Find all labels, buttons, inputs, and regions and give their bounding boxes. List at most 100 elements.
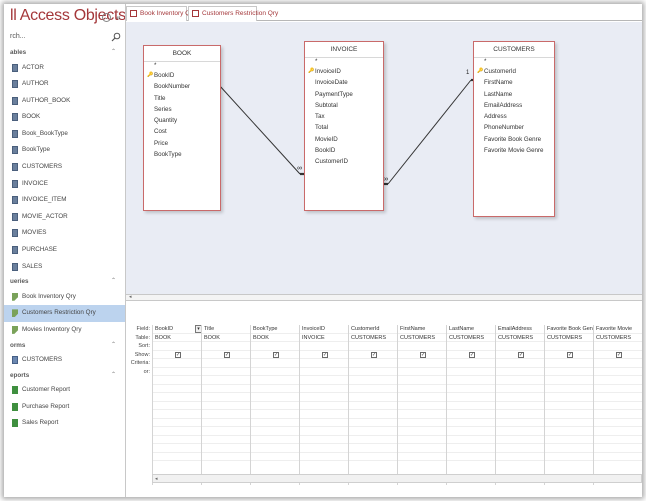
field-quantity[interactable]: Quantity: [144, 115, 220, 126]
field-title[interactable]: Title: [144, 93, 220, 104]
or-cell[interactable]: [447, 453, 496, 461]
or-cell[interactable]: [202, 402, 251, 410]
field-favorite-movie-genre[interactable]: Favorite Movie Genre: [474, 145, 554, 156]
or-cell[interactable]: [349, 393, 398, 402]
shutter-bar-icon[interactable]: «: [114, 13, 123, 22]
criteria-cell[interactable]: [300, 359, 349, 368]
or-cell[interactable]: [398, 453, 447, 461]
or-cell[interactable]: [300, 427, 349, 436]
grid-column-title[interactable]: Title BOOK ✓: [201, 325, 251, 485]
or-cell[interactable]: [398, 393, 447, 402]
sort-cell[interactable]: [594, 342, 642, 351]
sort-cell[interactable]: [202, 342, 251, 351]
grid-column-booktype[interactable]: BookType BOOK ✓: [250, 325, 300, 485]
or-cell[interactable]: [398, 444, 447, 453]
scroll-left-icon[interactable]: ◂: [155, 475, 158, 483]
or-cell[interactable]: [202, 393, 251, 402]
or-cell[interactable]: [153, 444, 202, 453]
or-cell[interactable]: [545, 436, 594, 444]
or-cell[interactable]: [447, 393, 496, 402]
criteria-cell[interactable]: [545, 359, 594, 368]
or-cell[interactable]: [496, 436, 545, 444]
field-all-star[interactable]: *: [144, 62, 220, 70]
or-cell[interactable]: [398, 427, 447, 436]
field-cell[interactable]: Title: [202, 325, 251, 334]
or-cell[interactable]: [496, 427, 545, 436]
or-cell[interactable]: [545, 393, 594, 402]
or-cell[interactable]: [594, 393, 642, 402]
or-cell[interactable]: [349, 419, 398, 427]
sort-cell[interactable]: [545, 342, 594, 351]
nav-item-book-inventory-qry[interactable]: Book Inventory Qry: [4, 289, 125, 306]
pane-splitter[interactable]: ◂: [126, 294, 642, 301]
or-cell[interactable]: [202, 410, 251, 419]
or-cell[interactable]: [398, 410, 447, 419]
or-cell[interactable]: [447, 385, 496, 393]
show-checkbox[interactable]: ✓: [420, 351, 426, 358]
criteria-cell[interactable]: [496, 359, 545, 368]
field-cell[interactable]: BookType: [251, 325, 300, 334]
or-cell[interactable]: [153, 376, 202, 385]
search-input[interactable]: rch...: [10, 33, 26, 40]
or-cell[interactable]: [251, 368, 300, 376]
or-cell[interactable]: [496, 368, 545, 376]
field-series[interactable]: Series: [144, 104, 220, 115]
nav-item-movies-inventory-qry[interactable]: Movies Inventory Qry: [4, 322, 125, 339]
or-cell[interactable]: [153, 436, 202, 444]
or-cell[interactable]: [496, 385, 545, 393]
or-cell[interactable]: [594, 385, 642, 393]
or-cell[interactable]: [153, 410, 202, 419]
or-cell[interactable]: [202, 368, 251, 376]
field-booktype[interactable]: BookType: [144, 149, 220, 160]
field-cell[interactable]: FirstName: [398, 325, 447, 334]
chevron-up-icon[interactable]: ⌃: [111, 46, 116, 60]
table-cell[interactable]: CUSTOMERS: [349, 334, 398, 342]
or-cell[interactable]: [545, 368, 594, 376]
field-favorite-book-genre[interactable]: Favorite Book Genre: [474, 134, 554, 145]
field-invoiceid[interactable]: 🔑 InvoiceID: [305, 66, 383, 77]
or-cell[interactable]: [251, 393, 300, 402]
grid-column-lastname[interactable]: LastName CUSTOMERS ✓: [446, 325, 496, 485]
nav-item-booktype[interactable]: BookType: [4, 142, 125, 159]
criteria-cell[interactable]: [447, 359, 496, 368]
field-bookid[interactable]: 🔑 BookID: [144, 70, 220, 81]
or-cell[interactable]: [202, 427, 251, 436]
field-customerid[interactable]: 🔑 CustomerId: [474, 66, 554, 77]
nav-item-purchase[interactable]: PURCHASE: [4, 242, 125, 259]
show-checkbox[interactable]: ✓: [518, 351, 524, 358]
sort-cell[interactable]: [251, 342, 300, 351]
table-cell[interactable]: CUSTOMERS: [447, 334, 496, 342]
nav-item-author[interactable]: AUTHOR: [4, 76, 125, 93]
grid-column-firstname[interactable]: FirstName CUSTOMERS ✓: [397, 325, 447, 485]
or-cell[interactable]: [447, 436, 496, 444]
field-list-book[interactable]: BOOK * 🔑 BookID BookNumber Title Series Quantit…: [143, 45, 221, 211]
show-checkbox[interactable]: ✓: [175, 351, 181, 358]
or-cell[interactable]: [398, 385, 447, 393]
nav-item-purchase-report[interactable]: Purchase Report: [4, 399, 125, 416]
or-cell[interactable]: [447, 376, 496, 385]
nav-item-author-book[interactable]: AUTHOR_BOOK: [4, 93, 125, 110]
field-customerid[interactable]: CustomerID: [305, 156, 383, 167]
nav-group-header[interactable]: ables ⌃: [4, 46, 125, 60]
nav-group-header[interactable]: ueries ⌃: [4, 275, 125, 289]
grid-column-bookid[interactable]: BookID ▾ BOOK ✓: [152, 325, 202, 485]
or-cell[interactable]: [545, 427, 594, 436]
nav-item-actor[interactable]: ACTOR: [4, 60, 125, 77]
or-cell[interactable]: [251, 402, 300, 410]
tab-customers-restriction-qry[interactable]: Customers Restriction Qry: [188, 6, 278, 21]
show-checkbox[interactable]: ✓: [224, 351, 230, 358]
field-list-title[interactable]: INVOICE: [305, 42, 383, 58]
nav-item-customers[interactable]: CUSTOMERS: [4, 352, 125, 369]
criteria-cell[interactable]: [153, 359, 202, 368]
or-cell[interactable]: [202, 436, 251, 444]
chevron-up-icon[interactable]: ⌃: [111, 275, 116, 289]
field-list-invoice[interactable]: INVOICE * 🔑 InvoiceID InvoiceDate PaymentType…: [304, 41, 384, 211]
or-cell[interactable]: [594, 436, 642, 444]
grid-column-invoiceid[interactable]: InvoiceID INVOICE ✓: [299, 325, 349, 485]
or-cell[interactable]: [447, 402, 496, 410]
or-cell[interactable]: [447, 444, 496, 453]
or-cell[interactable]: [153, 393, 202, 402]
or-cell[interactable]: [251, 444, 300, 453]
or-cell[interactable]: [594, 402, 642, 410]
or-cell[interactable]: [398, 368, 447, 376]
